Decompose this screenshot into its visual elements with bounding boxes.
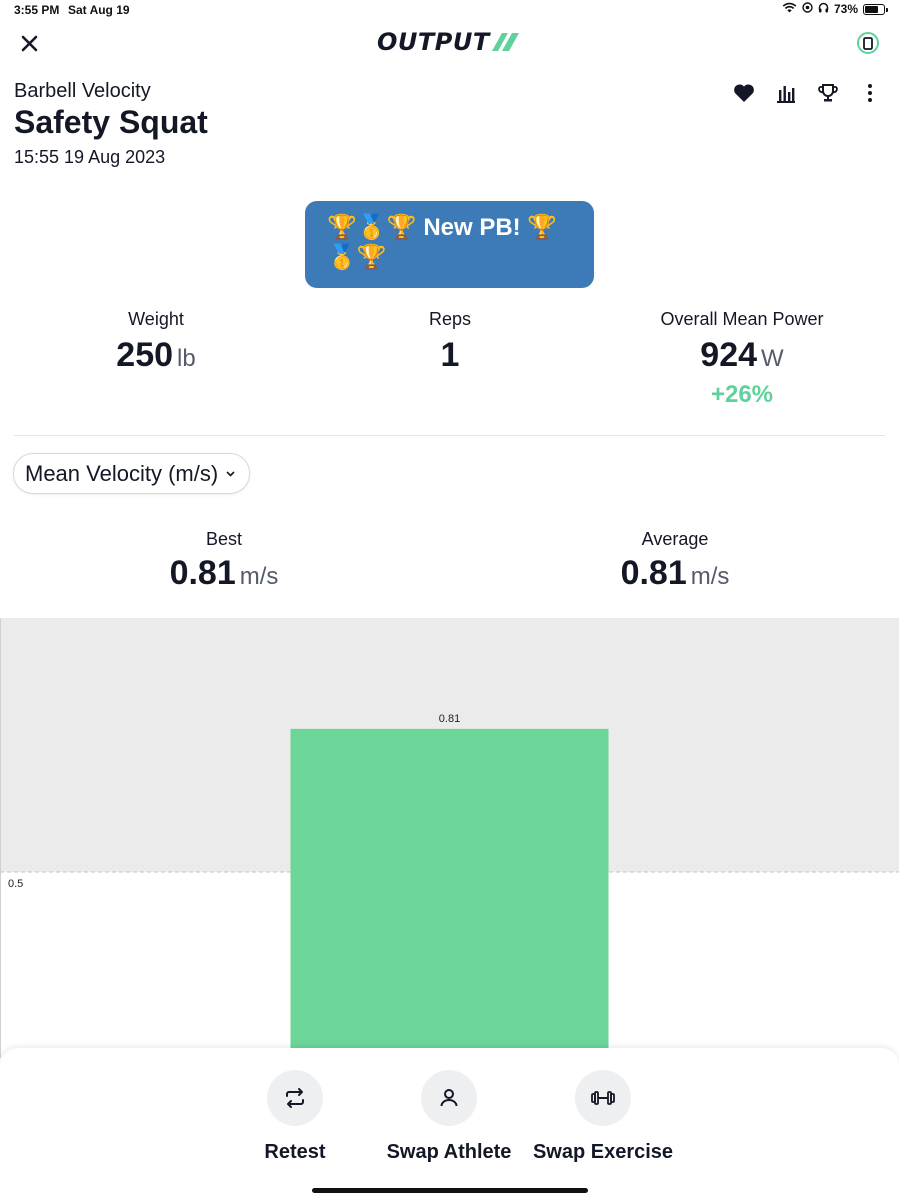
divider <box>14 435 885 436</box>
power-stat: Overall Mean Power 924 W +26% <box>612 309 872 409</box>
pb-banner-line1: 🏆🥇🏆 New PB! 🏆 <box>327 214 558 241</box>
swap-athlete-label: Swap Athlete <box>386 1141 512 1163</box>
battery-percent: 73% <box>833 2 858 16</box>
person-icon <box>440 1089 458 1107</box>
session-datetime: 15:55 19 Aug 2023 <box>14 147 166 167</box>
retest-button[interactable]: Retest <box>247 1070 343 1164</box>
average-label: Average <box>641 529 709 549</box>
more-vertical-icon <box>868 84 872 102</box>
dumbbell-icon <box>591 1091 615 1105</box>
velocity-chart-svg: 0.5 0.81 <box>0 618 899 1058</box>
weight-value-row: 250 lb <box>56 336 256 375</box>
swap-athlete-button[interactable]: Swap Athlete <box>379 1070 519 1164</box>
bottom-action-bar: Retest Swap Athlete Swap Exercise <box>0 1048 899 1200</box>
weight-unit: lb <box>177 345 196 372</box>
home-indicator[interactable] <box>312 1188 588 1193</box>
retest-label: Retest <box>264 1141 326 1163</box>
battery-icon <box>863 3 888 15</box>
status-date: Sat Aug 19 <box>68 3 130 17</box>
bar-data-label: 0.81 <box>439 713 460 725</box>
chevron-down-icon <box>226 470 235 477</box>
retest-icon-circle <box>267 1070 323 1126</box>
trophy-icon <box>818 84 838 102</box>
reps-value: 1 <box>440 336 460 374</box>
swap-athlete-icon-circle <box>421 1070 477 1126</box>
swap-exercise-button[interactable]: Swap Exercise <box>528 1070 678 1164</box>
swap-exercise-label: Swap Exercise <box>532 1141 674 1163</box>
favorite-button[interactable] <box>733 82 755 104</box>
wifi-icon <box>782 2 797 16</box>
logo-mark-icon <box>491 33 519 51</box>
repeat-icon <box>286 1088 304 1108</box>
metric-dropdown[interactable]: Mean Velocity (m/s) <box>13 453 251 494</box>
average-value-row: 0.81 m/s <box>575 554 775 593</box>
power-change: +26% <box>710 381 774 408</box>
location-icon <box>802 2 813 16</box>
logo-text: OUTPUT <box>377 28 490 56</box>
average-stat: Average 0.81 m/s <box>575 529 775 593</box>
reps-stat: Reps 1 <box>350 309 550 375</box>
weight-value: 250 <box>116 336 174 374</box>
page-title: Safety Squat <box>14 104 208 140</box>
headphones-icon <box>818 2 829 16</box>
weight-label: Weight <box>128 309 184 329</box>
power-unit: W <box>761 345 784 372</box>
reps-label: Reps <box>428 309 472 329</box>
status-time: 3:55 PM <box>14 3 60 17</box>
reference-line-label: 0.5 <box>8 878 23 890</box>
heart-icon <box>734 84 754 102</box>
more-button[interactable] <box>859 82 881 104</box>
new-pb-banner: 🏆🥇🏆 New PB! 🏆 🥇🏆 <box>305 201 594 288</box>
power-value-row: 924 W <box>612 336 872 375</box>
best-unit: m/s <box>239 563 279 590</box>
close-icon <box>21 35 37 51</box>
metric-dropdown-value: Mean Velocity (m/s) <box>25 460 219 486</box>
pb-banner-line2: 🥇🏆 <box>327 244 387 271</box>
workout-category: Barbell Velocity <box>14 80 151 102</box>
best-value: 0.81 <box>169 554 236 592</box>
power-value: 924 <box>700 336 758 374</box>
best-label: Best <box>205 529 243 549</box>
top-actions <box>733 82 881 104</box>
chart-bar <box>290 728 609 1058</box>
close-button[interactable] <box>16 30 42 56</box>
records-button[interactable] <box>817 82 839 104</box>
best-stat: Best 0.81 m/s <box>124 529 324 593</box>
average-value: 0.81 <box>620 554 687 592</box>
power-label: Overall Mean Power <box>660 309 824 329</box>
app-logo: OUTPUT <box>377 28 520 56</box>
best-value-row: 0.81 m/s <box>124 554 324 593</box>
bar-chart-icon <box>777 86 795 103</box>
swap-exercise-icon-circle <box>575 1070 631 1126</box>
velocity-chart: 0.5 0.81 <box>0 618 899 1058</box>
weight-stat: Weight 250 lb <box>56 309 256 375</box>
status-indicators: 73% <box>782 2 888 16</box>
stats-button[interactable] <box>775 82 797 104</box>
average-unit: m/s <box>690 563 730 590</box>
device-button[interactable] <box>857 32 879 54</box>
device-icon <box>863 36 873 50</box>
